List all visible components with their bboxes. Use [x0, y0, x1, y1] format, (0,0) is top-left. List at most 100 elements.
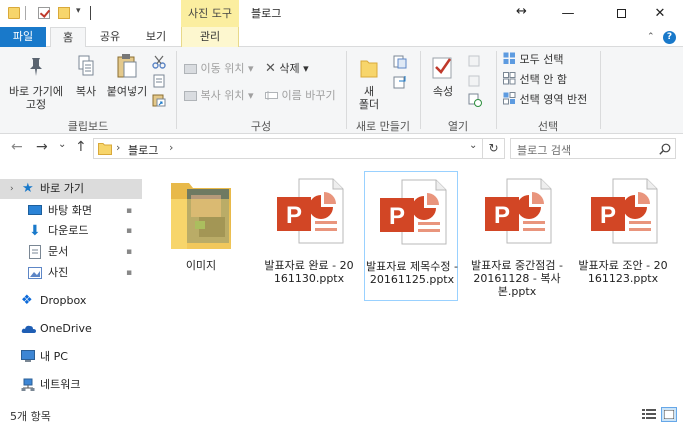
history-icon[interactable] [468, 93, 482, 107]
file-name: 이미지 [185, 259, 217, 272]
invert-selection-button[interactable]: 선택 영역 반전 [503, 92, 587, 108]
file-item-pptx[interactable]: P 발표자료 조안 - 20161123.pptx [576, 171, 670, 301]
folder-thumbnail-icon [171, 183, 231, 249]
move-to-button[interactable]: 이동 위치 ▾ [184, 61, 254, 77]
rename-button[interactable]: 이름 바꾸기 [265, 88, 336, 104]
pin-icon[interactable]: ▪ [126, 201, 132, 221]
recent-locations-dropdown-icon[interactable]: ⌄ [58, 139, 66, 150]
group-separator [600, 51, 601, 129]
sidebar-item-downloads[interactable]: ⬇ 다운로드 ▪ [0, 221, 142, 241]
tab-file[interactable]: 파일 [0, 27, 46, 47]
pin-icon[interactable]: ▪ [126, 221, 132, 241]
pin-icon[interactable]: ▪ [126, 263, 132, 283]
properties-icon [432, 57, 452, 79]
new-folder-label-line1: 새 [363, 85, 375, 98]
edit-icon[interactable] [468, 75, 480, 87]
copy-button[interactable]: 복사 [70, 85, 102, 98]
large-icons-view-button[interactable] [661, 407, 677, 422]
tab-view[interactable]: 보기 [136, 27, 176, 47]
breadcrumb-item[interactable]: 블로그 [128, 142, 158, 158]
copy-path-icon[interactable] [152, 74, 166, 88]
download-arrow-icon: ⬇ [29, 223, 41, 239]
powerpoint-file-icon: P [380, 179, 447, 245]
large-icons-view-icon [664, 410, 674, 419]
breadcrumb-chevron[interactable]: › [169, 141, 173, 154]
tab-home[interactable]: 홈 [50, 27, 86, 48]
refresh-button[interactable]: ↻ [483, 138, 505, 159]
select-all-label: 모두 선택 [519, 53, 564, 66]
search-icon[interactable] [659, 143, 671, 155]
sidebar-item-label: 내 PC [40, 350, 68, 363]
delete-button[interactable]: ✕ 삭제 ▾ [265, 61, 309, 77]
expand-chevron-icon[interactable]: › [10, 179, 14, 199]
sidebar-item-pictures[interactable]: 사진 ▪ [0, 263, 142, 283]
sidebar-item-label: 네트워크 [40, 378, 81, 391]
sidebar-item-label: 문서 [48, 245, 69, 258]
pin-label-line2: 고정 [25, 98, 47, 111]
navigation-pane: › ★ 바로 가기 바탕 화면 ▪ ⬇ 다운로드 ▪ 문서 ▪ 사진 ▪ ❖ D… [0, 170, 142, 402]
file-name: 발표자료 제목수정 - 20161125.pptx [366, 260, 458, 286]
file-item-pptx[interactable]: P 발표자료 완료 - 20161130.pptx [262, 171, 356, 301]
cloud-icon [21, 325, 36, 333]
rename-icon [265, 91, 278, 100]
new-folder-button[interactable]: 새 폴더 [352, 85, 386, 111]
file-item-pptx[interactable]: P 발표자료 중간점검 - 20161128 - 복사본.pptx [470, 171, 564, 301]
breadcrumb-separator[interactable]: › [116, 141, 120, 154]
tab-manage[interactable]: 관리 [181, 27, 239, 47]
file-item-folder[interactable]: 이미지 [154, 171, 248, 301]
sidebar-item-onedrive[interactable]: OneDrive [0, 319, 142, 339]
file-name: 발표자료 조안 - 20161123.pptx [578, 259, 668, 285]
select-none-button[interactable]: 선택 안 함 [503, 72, 567, 88]
easy-access-icon[interactable] [393, 75, 407, 89]
ribbon-tab-bar: 파일 홈 공유 보기 관리 [0, 27, 683, 48]
copy-to-button[interactable]: 복사 위치 ▾ [184, 88, 254, 104]
dropbox-icon: ❖ [21, 293, 33, 308]
sidebar-item-documents[interactable]: 문서 ▪ [0, 242, 142, 262]
close-button[interactable]: ✕ [637, 0, 683, 27]
delete-icon: ✕ [265, 61, 276, 76]
window-title: 블로그 [251, 7, 282, 20]
select-all-button[interactable]: 모두 선택 [503, 52, 563, 68]
paste-shortcut-icon[interactable] [152, 93, 166, 107]
pin-to-quick-access-button[interactable]: 바로 가기에 고정 [4, 85, 68, 111]
quick-access-dropdown-icon[interactable]: ▾ [76, 6, 81, 16]
forward-arrow-icon[interactable]: → [36, 139, 48, 155]
minimize-button[interactable]: — [545, 0, 591, 27]
select-none-icon [503, 72, 516, 85]
sidebar-item-network[interactable]: 네트워크 [0, 375, 142, 395]
sidebar-item-this-pc[interactable]: 내 PC [0, 347, 142, 367]
open-icon[interactable] [468, 55, 480, 67]
folder-icon [98, 143, 112, 155]
sidebar-item-dropbox[interactable]: ❖ Dropbox [0, 291, 142, 311]
sidebar-item-desktop[interactable]: 바탕 화면 ▪ [0, 201, 142, 221]
help-icon[interactable]: ? [663, 31, 676, 44]
new-folder-icon[interactable] [58, 7, 70, 19]
svg-text:P: P [494, 202, 510, 229]
ribbon-collapse-icon[interactable]: ⌃ [647, 32, 655, 42]
file-item-pptx-selected[interactable]: P 발표자료 제목수정 - 20161125.pptx [364, 171, 458, 301]
search-box[interactable]: 블로그 검색 [510, 138, 676, 159]
open-group-label: 열기 [447, 120, 469, 133]
back-arrow-icon[interactable]: ← [11, 139, 23, 155]
document-icon [29, 245, 41, 259]
new-item-icon[interactable] [393, 55, 407, 69]
tab-share[interactable]: 공유 [90, 27, 130, 47]
invert-selection-icon [503, 92, 516, 105]
resize-cursor-icon: ↔ [516, 4, 527, 19]
cut-icon[interactable] [152, 55, 166, 69]
up-arrow-icon[interactable]: ↑ [75, 139, 87, 155]
file-name: 발표자료 완료 - 20161130.pptx [264, 259, 354, 285]
pin-icon[interactable]: ▪ [126, 242, 132, 262]
properties-check-icon[interactable] [38, 7, 50, 19]
address-bar[interactable]: › 블로그 › ⌄ [93, 138, 483, 159]
status-bar [0, 404, 683, 428]
rename-label: 이름 바꾸기 [281, 89, 336, 102]
paste-button[interactable]: 붙여넣기 [104, 85, 150, 98]
address-dropdown-icon[interactable]: ⌄ [469, 140, 477, 151]
sidebar-item-quick-access[interactable]: › ★ 바로 가기 [0, 179, 142, 199]
details-view-icon[interactable] [641, 407, 657, 422]
properties-button[interactable]: 속성 [426, 85, 460, 98]
sidebar-item-label: 바탕 화면 [48, 204, 92, 217]
select-none-label: 선택 안 함 [519, 73, 567, 86]
paste-icon [117, 54, 137, 78]
